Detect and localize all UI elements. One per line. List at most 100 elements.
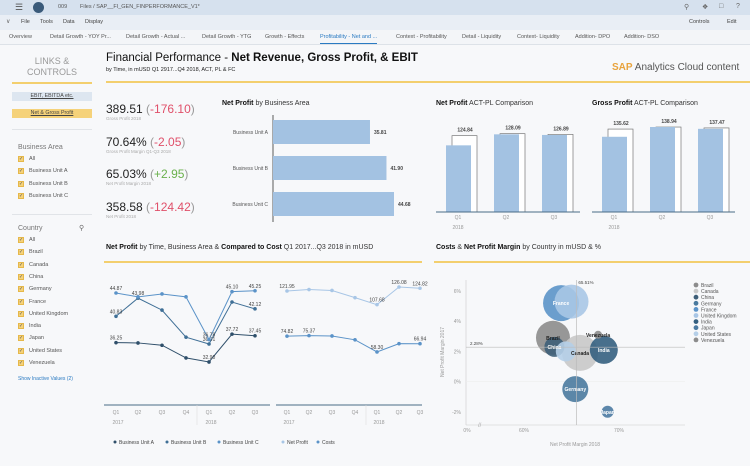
bubble-label: Germany <box>564 387 586 393</box>
data-point <box>184 335 188 339</box>
legend-label: France <box>701 307 717 313</box>
data-label: 36.25 <box>110 336 123 342</box>
data-point <box>353 338 357 342</box>
legend-label: Business Unit B <box>171 440 207 446</box>
x-tick-label: Q3 <box>159 410 166 416</box>
x-year-label: 2018 <box>608 225 619 231</box>
legend-label: Costs <box>322 440 335 446</box>
x-tick-label: Q1 <box>374 410 381 416</box>
y-tick-label: 4% <box>454 319 462 325</box>
category-label: Business Unit A <box>233 130 269 136</box>
x-tick-label: Q1 <box>284 410 291 416</box>
data-label: 121.95 <box>279 284 295 290</box>
x-tick-label: Q2 <box>659 215 666 221</box>
data-label: 66.94 <box>414 337 427 343</box>
legend-marker <box>113 440 117 444</box>
data-label: 137.47 <box>709 120 725 126</box>
x-tick-label: Q4 <box>352 410 359 416</box>
data-label: 40.83 <box>110 309 123 315</box>
legend-label: Business Unit A <box>119 440 155 446</box>
legend-marker <box>693 282 699 288</box>
data-point <box>136 341 140 345</box>
x-tick-label: 60% <box>519 428 530 434</box>
bar <box>273 156 387 180</box>
x-year-label: 2018 <box>205 420 216 426</box>
legend-label: Business Unit C <box>223 440 259 446</box>
bubble-label: Japan <box>600 410 614 416</box>
data-point <box>136 295 140 299</box>
legend-marker <box>693 294 699 300</box>
data-label: 45.10 <box>226 285 239 291</box>
legend-marker <box>316 440 320 444</box>
x-tick-label: Q1 <box>113 410 120 416</box>
data-point <box>160 343 164 348</box>
bubble-label: China <box>547 345 561 351</box>
data-label: 124.82 <box>412 281 428 287</box>
actual-bar <box>698 128 723 212</box>
x-tick-label: 0% <box>463 428 471 434</box>
data-point <box>184 356 188 360</box>
data-label: 107.68 <box>369 298 385 304</box>
legend-marker <box>217 440 221 444</box>
bubble-label: India <box>598 348 610 354</box>
legend-label: India <box>701 320 712 326</box>
legend-label: Brazil <box>701 283 714 289</box>
legend-label: United Kingdom <box>701 314 737 320</box>
legend-marker <box>693 288 699 294</box>
legend-marker <box>693 300 699 306</box>
data-point <box>330 334 334 338</box>
data-label: 41.90 <box>390 166 403 172</box>
x-tick-label: Q2 <box>396 410 403 416</box>
data-label: 124.84 <box>457 128 473 134</box>
legend-marker <box>693 325 699 331</box>
x-tick-label: Q4 <box>183 410 190 416</box>
x-year-label: 2017 <box>112 420 123 426</box>
legend-label: United States <box>701 332 732 338</box>
bubble-label: Canada <box>571 351 589 357</box>
bar <box>273 192 394 216</box>
legend-marker <box>693 331 699 337</box>
data-label: 126.89 <box>553 126 569 132</box>
data-label: 75.37 <box>303 329 316 335</box>
data-label: 42.12 <box>249 302 262 308</box>
data-point <box>230 300 234 304</box>
y-tick-label: 6% <box>454 289 462 295</box>
data-point <box>307 287 311 292</box>
y-axis-title: Net Profit Margin 2017 <box>440 327 446 377</box>
legend-label: Net Profit <box>287 440 308 446</box>
x-year-label: 2018 <box>452 225 463 231</box>
data-label: 138.94 <box>661 119 677 125</box>
data-label: 58.30 <box>371 345 384 351</box>
category-label: Business Unit B <box>233 166 269 172</box>
actual-bar <box>602 136 627 212</box>
legend-marker <box>693 313 699 318</box>
legend-label: China <box>701 295 714 301</box>
data-label: 126.08 <box>391 280 407 286</box>
x-tick-label: Q2 <box>229 410 236 416</box>
data-label: 74.82 <box>281 329 294 335</box>
x-tick-label: Q2 <box>135 410 142 416</box>
legend-label: Germany <box>701 301 722 307</box>
x-year-label: 2018 <box>373 420 384 426</box>
x-tick-label: Q3 <box>417 410 424 416</box>
data-label: 37.45 <box>249 329 262 335</box>
legend-marker <box>693 307 699 312</box>
actual-bar <box>650 127 675 212</box>
reference-label: 65.51% <box>578 280 593 285</box>
legend-marker <box>281 440 285 444</box>
legend-label: Venezuela <box>701 338 725 344</box>
x-tick-label: Q3 <box>329 410 336 416</box>
x-tick-label: Q1 <box>455 215 462 221</box>
legend-marker <box>165 440 169 444</box>
data-label: 32.90 <box>203 355 216 361</box>
data-label: 45.25 <box>249 284 262 290</box>
data-point <box>160 308 164 312</box>
bubble-label: Brazil <box>546 336 560 342</box>
legend-label: Japan <box>701 326 715 332</box>
data-label: 44.68 <box>398 202 411 208</box>
x-tick-label: 70% <box>614 428 625 434</box>
y-tick-label: -2% <box>452 410 461 416</box>
category-label: Business Unit C <box>232 202 268 208</box>
bar <box>273 120 370 144</box>
x-tick-label: Q3 <box>707 215 714 221</box>
